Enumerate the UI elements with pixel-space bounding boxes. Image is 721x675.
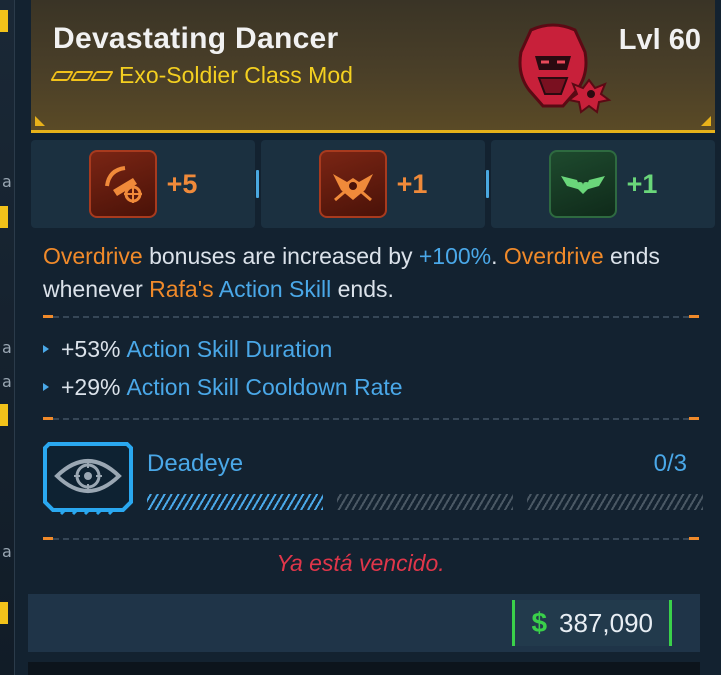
section-divider	[43, 537, 699, 540]
header-corner-ornament	[701, 116, 711, 126]
list-label: a	[2, 338, 12, 357]
keyword-action-skill: Action Skill	[218, 276, 332, 302]
price-bar: $ 387,090	[28, 594, 700, 652]
eye-target-icon[interactable]	[43, 440, 133, 516]
item-description: Overdrive bonuses are increased by +100%…	[43, 240, 703, 306]
item-type-row: Exo-Soldier Class Mod	[50, 62, 353, 89]
stat-line: +53% Action Skill Duration	[43, 330, 403, 368]
item-type: Exo-Soldier Class Mod	[119, 62, 353, 88]
bullet-icon	[43, 345, 49, 353]
price-box: $ 387,090	[512, 600, 672, 646]
list-label: a	[2, 372, 12, 391]
skill-bonus-value: +5	[166, 168, 198, 199]
firmware-name: Deadeye	[147, 450, 244, 477]
stat-value: +29%	[61, 373, 121, 400]
bullet-icon	[43, 383, 49, 391]
class-mod-helmet-icon	[518, 23, 612, 114]
status-text: Ya está vencido.	[276, 550, 445, 576]
skill-crosshair-icon	[88, 150, 157, 218]
section-divider	[43, 315, 699, 318]
price-value: 387,090	[559, 607, 653, 638]
description-text: ends.	[331, 276, 394, 302]
rarity-chevrons-icon	[50, 70, 114, 81]
description-percent: +100%	[418, 243, 492, 269]
skill-bonus-value: +1	[626, 168, 658, 199]
keyword-overdrive: Overdrive	[43, 243, 143, 269]
item-name: Devastating Dancer	[53, 22, 339, 55]
skill-bonus-value: +1	[396, 168, 428, 199]
stat-list: +53% Action Skill Duration +29% Action S…	[43, 330, 403, 406]
skill-bonus-slot[interactable]: +1	[486, 140, 715, 228]
stat-name: Action Skill Cooldown Rate	[126, 373, 403, 400]
item-header: Devastating Dancer Exo-Soldier Class Mod…	[31, 0, 715, 133]
list-highlight-marker	[0, 602, 8, 624]
separator	[486, 170, 489, 198]
skill-winged-emblem-icon	[318, 150, 387, 218]
list-highlight-marker	[0, 10, 8, 32]
footer-strip	[28, 662, 700, 675]
section-divider	[43, 417, 699, 420]
stat-name: Action Skill Duration	[126, 335, 333, 362]
item-level: Lvl 60	[618, 24, 701, 56]
separator	[256, 170, 259, 198]
skill-bonus-slot[interactable]: +5	[31, 140, 255, 228]
skill-bonus-row: +5 +1 +1	[31, 140, 715, 228]
keyword-character: Rafa's	[149, 276, 214, 302]
list-highlight-marker	[0, 404, 8, 426]
description-text: bonuses are increased by	[142, 243, 419, 269]
stat-value: +53%	[61, 335, 121, 362]
skill-heart-wings-icon	[548, 150, 617, 218]
firmware-segment	[337, 494, 513, 510]
list-highlight-marker	[0, 206, 8, 228]
keyword-overdrive: Overdrive	[503, 243, 604, 269]
currency-icon: $	[531, 607, 548, 638]
stat-line: +29% Action Skill Cooldown Rate	[43, 368, 403, 406]
firmware-segment	[147, 494, 323, 510]
firmware-segment	[527, 494, 703, 510]
description-text: .	[491, 243, 504, 269]
firmware-progress	[147, 494, 703, 510]
list-label: a	[2, 172, 12, 191]
skill-bonus-slot[interactable]: +1	[256, 140, 485, 228]
firmware-count: 0/3	[653, 450, 687, 477]
header-corner-ornament	[35, 116, 45, 126]
